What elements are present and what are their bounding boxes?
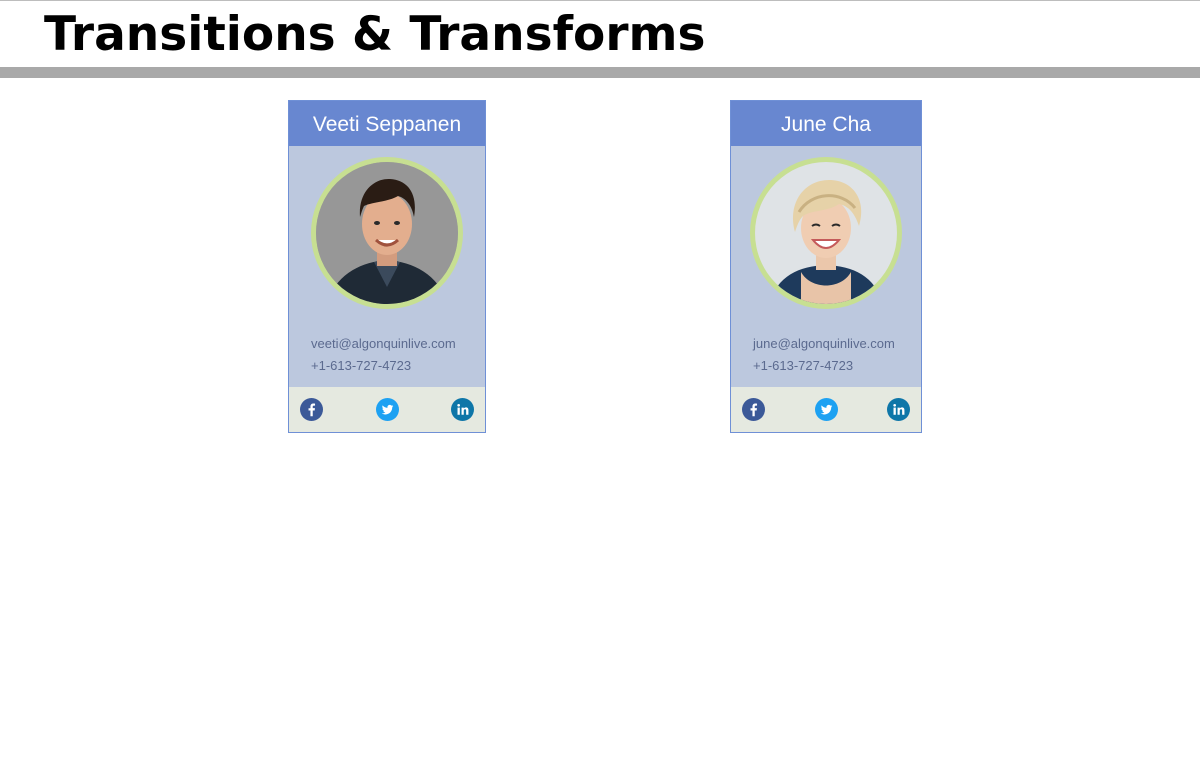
page-header: Transitions & Transforms: [0, 1, 1200, 67]
card-name: June Cha: [731, 101, 921, 146]
woman-portrait-image: [755, 162, 897, 304]
twitter-icon[interactable]: [815, 398, 838, 421]
page-title: Transitions & Transforms: [44, 7, 706, 62]
email-text: june@algonquinlive.com: [753, 336, 895, 351]
social-bar: [731, 387, 921, 432]
header-divider: [0, 67, 1200, 78]
phone-text: +1-613-727-4723: [311, 358, 412, 373]
avatar-ring: [750, 157, 902, 309]
profile-card[interactable]: June Cha june@algonquinlive.com +1-613-7…: [730, 100, 922, 433]
twitter-icon[interactable]: [376, 398, 399, 421]
avatar: [755, 162, 897, 304]
phone-text: +1-613-727-4723: [753, 358, 854, 373]
facebook-icon[interactable]: [300, 398, 323, 421]
email-text: veeti@algonquinlive.com: [311, 336, 456, 351]
linkedin-icon[interactable]: [451, 398, 474, 421]
facebook-icon[interactable]: [742, 398, 765, 421]
man-portrait-image: [316, 162, 458, 304]
card-name: Veeti Seppanen: [289, 101, 485, 146]
profile-card[interactable]: Veeti Seppanen veeti@algonquinlive.com +…: [288, 100, 486, 433]
social-bar: [289, 387, 485, 432]
avatar: [316, 162, 458, 304]
linkedin-icon[interactable]: [887, 398, 910, 421]
avatar-ring: [311, 157, 463, 309]
